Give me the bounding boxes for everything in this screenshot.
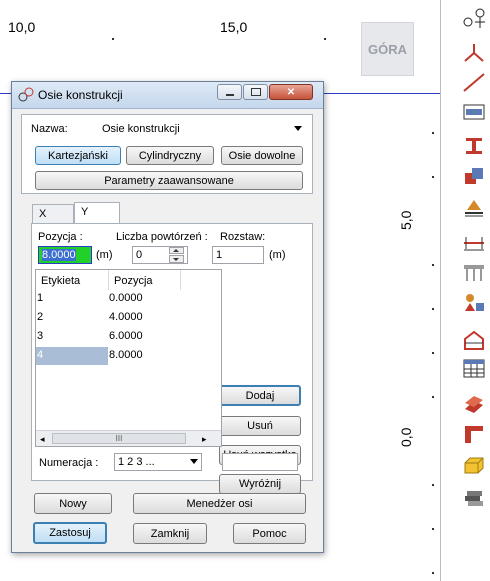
chevron-down-icon [294,126,302,131]
ruler-tick [432,308,434,310]
numbering-combo[interactable]: 1 2 3 ... [114,453,202,471]
table-hscrollbar[interactable]: ◂ III ▸ [36,430,221,446]
ruler-tick [112,38,114,40]
selection-highlight [36,347,108,365]
row-label: 4 [37,349,44,361]
dialog-titlebar[interactable]: Osie konstrukcji ✕ [12,82,323,109]
line-icon[interactable] [461,70,487,94]
layers-icon[interactable] [461,486,487,510]
position-label: Pozycja : [38,231,83,243]
axes-table[interactable]: Etykieta Pozycja 1 0.0000 2 4.0000 3 6.0… [35,269,222,447]
chevron-down-icon [190,459,198,464]
structure-icon[interactable] [461,328,487,352]
scroll-grip: III [115,434,123,443]
stepper-up-icon[interactable] [169,247,184,254]
view-cube-top[interactable]: GÓRA [361,22,414,76]
apply-button[interactable]: Zastosuj [33,522,107,544]
ruler-tick [432,176,434,178]
numbering-label: Numeracja : [39,457,99,469]
name-value: Osie konstrukcji [102,123,180,135]
spacing-label: Rozstaw: [220,231,266,243]
tab-x[interactable]: X [32,204,74,224]
table-row[interactable]: 2 4.0000 [36,309,221,328]
column-header-label[interactable]: Etykieta [36,270,109,290]
ruler-tick [432,352,434,354]
repeat-label: Liczba powtórzeń : [116,231,208,243]
hscroll-thumb[interactable]: III [52,433,186,444]
name-combo[interactable]: Osie konstrukcji [98,120,306,138]
load-icon[interactable] [461,290,487,314]
close-button[interactable]: ✕ [269,84,313,100]
cylindrical-button[interactable]: Cylindryczny [126,146,214,165]
numbering-extra-field[interactable] [222,453,298,471]
advanced-params-button[interactable]: Parametry zaawansowane [35,171,303,190]
scroll-right-icon[interactable]: ▸ [202,434,207,445]
table-row[interactable]: 1 0.0000 [36,290,221,309]
new-button[interactable]: Nowy [34,493,112,514]
ruler-tick [432,528,434,530]
maximize-icon [250,88,261,96]
maximize-button[interactable] [243,84,268,100]
ruler-tick [432,264,434,266]
column-header-position[interactable]: Pozycja [109,270,181,290]
cube-icon[interactable] [461,164,487,188]
position-value: 8.0000 [42,249,76,261]
i-beam-icon[interactable] [461,134,487,158]
spacing-unit: (m) [269,249,286,261]
row-label: 2 [37,311,44,323]
axis-manager-button[interactable]: Menedżer osi [133,493,306,514]
add-button[interactable]: Dodaj [219,385,301,406]
table-icon[interactable] [461,356,487,380]
connection-icon[interactable] [461,422,487,446]
box-icon[interactable] [461,452,487,476]
repeat-value: 0 [136,249,143,261]
angle-icon[interactable] [461,40,487,64]
row-position: 6.0000 [109,330,143,342]
dialog-title: Osie konstrukcji [38,88,123,102]
side-label-0: 0,0 [398,427,414,447]
spacing-value: 1 [216,249,223,261]
steel-profile-icon[interactable] [461,392,487,416]
ruler-label-15: 15,0 [220,19,248,35]
table-row-selected[interactable]: 4 8.0000 [36,347,221,366]
row-label: 3 [37,330,44,342]
row-label: 1 [37,292,44,304]
name-label: Nazwa: [31,123,68,135]
ruler-tick [432,396,434,398]
cartesian-button[interactable]: Kartezjański [35,146,121,165]
spacing-input[interactable]: 1 [212,246,264,264]
repeat-stepper[interactable] [169,247,185,263]
ruler-label-10: 10,0 [8,19,36,35]
ruler-tick [432,572,434,574]
tab-y[interactable]: Y [74,202,120,224]
table-row[interactable]: 3 6.0000 [36,328,221,347]
stepper-down-icon[interactable] [169,255,184,263]
axis-settings-group: Nazwa: Osie konstrukcji Kartezjański Cyl… [21,114,313,194]
highlight-button[interactable]: Wyróżnij [219,474,301,494]
dimension-icon[interactable] [461,230,487,254]
arbitrary-axes-button[interactable]: Osie dowolne [221,146,303,165]
axis-symbol-icon[interactable] [461,6,487,30]
support-icon[interactable] [461,196,487,220]
close-dialog-button[interactable]: Zamknij [133,523,207,544]
row-position: 4.0000 [109,311,143,323]
ruler-tick [432,484,434,486]
ruler-tick [324,38,326,40]
row-position: 8.0000 [109,349,143,361]
scroll-left-icon[interactable]: ◂ [40,434,45,445]
row-position: 0.0000 [109,292,143,304]
position-input[interactable]: 8.0000 [38,246,92,264]
ruler-tick [432,132,434,134]
side-label-5: 5,0 [398,210,414,230]
minimize-button[interactable] [217,84,242,100]
help-button[interactable]: Pomoc [233,523,306,544]
minimize-icon [225,93,234,96]
position-unit: (m) [96,249,113,261]
grid-frame-icon[interactable] [461,260,487,284]
numbering-value: 1 2 3 ... [118,456,155,468]
delete-button[interactable]: Usuń [219,416,301,436]
app-icon [18,87,34,106]
section-icon[interactable] [461,100,487,124]
close-icon: ✕ [286,86,296,98]
